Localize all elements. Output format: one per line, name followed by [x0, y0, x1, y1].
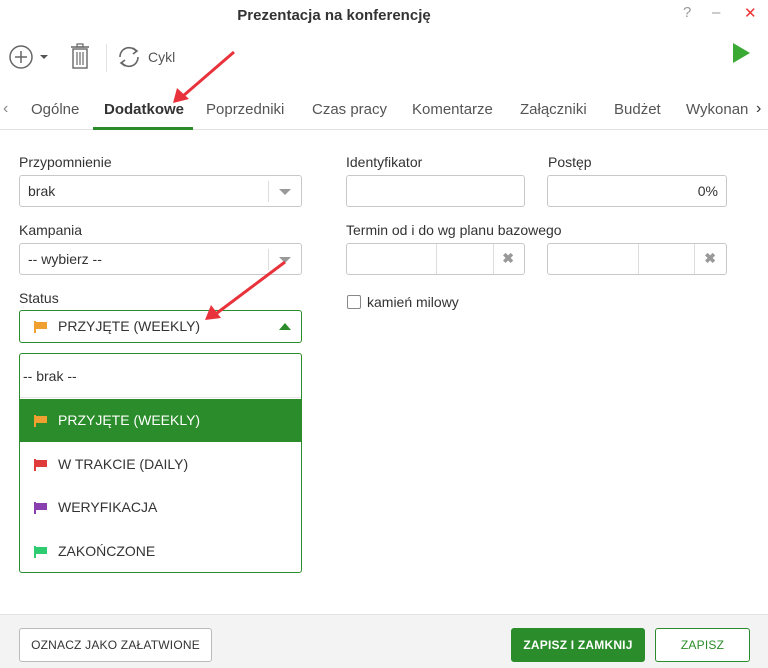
tab-scroll-left-icon[interactable]: ‹ [3, 100, 8, 118]
flag-icon [34, 321, 47, 333]
refresh-icon [119, 46, 139, 68]
active-tab-indicator [93, 127, 193, 130]
status-option-label: ZAKOŃCZONE [58, 543, 156, 559]
flag-icon [34, 415, 47, 427]
tab-bar: ‹ Ogólne Dodatkowe Poprzedniki Czas prac… [0, 90, 768, 130]
identifier-input[interactable] [346, 175, 525, 207]
clear-icon[interactable]: ✖ [502, 250, 514, 267]
tab-poprzedniki[interactable]: Poprzedniki [206, 101, 284, 118]
field-divider [436, 244, 437, 274]
cycle-label: Cykl [148, 49, 176, 65]
identifier-label: Identyfikator [346, 154, 423, 170]
delete-button[interactable] [70, 42, 90, 70]
status-value: PRZYJĘTE (WEEKLY) [58, 318, 201, 334]
field-divider [493, 244, 494, 274]
minimize-button[interactable]: – [712, 4, 720, 21]
progress-value: 0% [697, 183, 718, 199]
select-divider [268, 249, 269, 270]
progress-label: Postęp [548, 154, 592, 170]
status-option-weryfikacja[interactable]: WERYFIKACJA [20, 486, 301, 529]
term-to-input[interactable]: ✖ [547, 243, 727, 275]
tab-czas-pracy[interactable]: Czas pracy [312, 101, 387, 118]
progress-input[interactable]: 0% [547, 175, 727, 207]
flag-icon [34, 546, 47, 558]
chevron-up-icon [279, 323, 291, 330]
milestone-checkbox[interactable] [347, 295, 361, 309]
status-none-option: -- brak -- [23, 368, 77, 384]
mark-resolved-button[interactable]: OZNACZ JAKO ZAŁATWIONE [19, 628, 212, 662]
tab-komentarze[interactable]: Komentarze [412, 101, 493, 118]
tab-dodatkowe[interactable]: Dodatkowe [104, 101, 184, 118]
reminder-value: brak [28, 183, 56, 199]
status-label: Status [19, 290, 59, 306]
campaign-label: Kampania [19, 222, 83, 238]
status-option-label: WERYFIKACJA [58, 499, 158, 515]
campaign-select[interactable]: -- wybierz -- [19, 243, 302, 275]
play-icon [733, 43, 750, 63]
field-divider [638, 244, 639, 274]
select-divider [268, 181, 269, 202]
tab-budzet[interactable]: Budżet [614, 101, 661, 118]
status-option-przyjete[interactable]: PRZYJĘTE (WEEKLY) [20, 399, 301, 442]
window-title: Prezentacja na konferencję [237, 7, 431, 24]
title-bar: Prezentacja na konferencję ? – ✕ [0, 0, 768, 32]
milestone-label: kamień milowy [367, 294, 459, 310]
reminder-select[interactable]: brak [19, 175, 302, 207]
flag-icon [34, 459, 47, 471]
status-option-label: W TRAKCIE (DAILY) [58, 456, 189, 472]
chevron-down-icon [279, 257, 291, 263]
tab-ogolne[interactable]: Ogólne [31, 101, 79, 118]
campaign-value: -- wybierz -- [28, 251, 102, 267]
footer: OZNACZ JAKO ZAŁATWIONE ZAPISZ I ZAMKNIJ … [0, 614, 768, 668]
play-button[interactable] [731, 42, 751, 64]
flag-icon [34, 502, 47, 514]
toolbar-separator [106, 44, 107, 72]
reminder-label: Przypomnienie [19, 154, 112, 170]
term-label: Termin od i do wg planu bazowego [346, 222, 562, 238]
status-option-w-trakcie[interactable]: W TRAKCIE (DAILY) [20, 443, 301, 486]
help-button[interactable]: ? [683, 4, 691, 21]
chevron-down-icon [40, 55, 48, 59]
plus-circle-icon [9, 45, 33, 69]
tab-wykonanie[interactable]: Wykonan [686, 101, 748, 118]
chevron-down-icon [279, 189, 291, 195]
field-divider [694, 244, 695, 274]
term-from-input[interactable]: ✖ [346, 243, 525, 275]
tab-scroll-right-icon[interactable]: › [756, 100, 761, 118]
trash-icon [71, 43, 89, 69]
status-option-zakonczone[interactable]: ZAKOŃCZONE [20, 530, 301, 573]
status-select[interactable]: PRZYJĘTE (WEEKLY) [19, 310, 302, 343]
clear-icon[interactable]: ✖ [704, 250, 716, 267]
status-option-label: PRZYJĘTE (WEEKLY) [58, 412, 201, 428]
save-button[interactable]: ZAPISZ [655, 628, 750, 662]
status-dropdown-search[interactable]: -- brak -- [20, 354, 301, 398]
add-button[interactable] [8, 44, 50, 70]
close-button[interactable]: ✕ [744, 4, 757, 22]
cycle-button[interactable]: Cykl [116, 45, 175, 69]
save-and-close-button[interactable]: ZAPISZ I ZAMKNIJ [511, 628, 645, 662]
toolbar: Cykl [0, 32, 768, 82]
status-dropdown: -- brak -- PRZYJĘTE (WEEKLY) W TRAKCIE (… [19, 353, 302, 573]
tab-zalaczniki[interactable]: Załączniki [520, 101, 587, 118]
